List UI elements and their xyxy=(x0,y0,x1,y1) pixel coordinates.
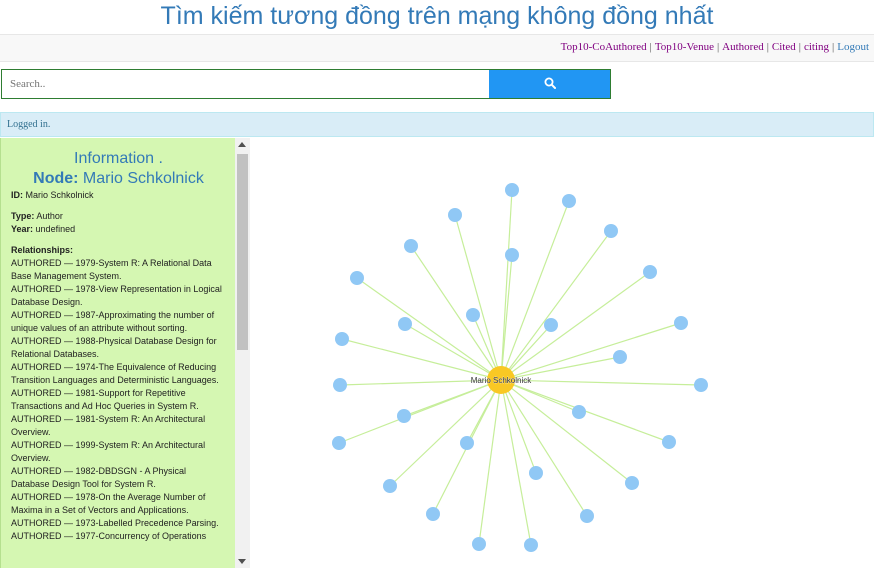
graph-node[interactable] xyxy=(350,271,364,285)
relationship-item: AUTHORED — 1981-System R: An Architectur… xyxy=(11,414,206,437)
graph-edge xyxy=(500,200,570,381)
graph-node[interactable] xyxy=(674,316,688,330)
relationships-heading: Relationships: xyxy=(11,244,236,257)
type-field: Type: Author xyxy=(11,210,236,223)
network-graph[interactable]: Mario Schkolnick xyxy=(252,138,872,568)
search-icon xyxy=(544,77,556,89)
nav-separator: | xyxy=(798,41,801,53)
graph-node[interactable] xyxy=(505,248,519,262)
graph-node[interactable] xyxy=(333,378,347,392)
scroll-down-arrow-icon[interactable] xyxy=(238,559,246,564)
relationships-list: AUTHORED — 1979-System R: A Relational D… xyxy=(11,257,226,543)
node-title: Node: Mario Schkolnick xyxy=(1,169,236,189)
graph-edge xyxy=(389,379,502,487)
year-field: Year: undefined xyxy=(11,223,236,236)
relationship-item: AUTHORED — 1981-Support for Repetitive T… xyxy=(11,388,199,411)
graph-node[interactable] xyxy=(524,538,538,552)
nav-link-top10-coauthored[interactable]: Top10-CoAuthored xyxy=(561,41,647,53)
node-name: Mario Schkolnick xyxy=(82,170,204,187)
graph-edge xyxy=(404,323,502,381)
top-navbar: Top10-CoAuthored | Top10-Venue | Authored | Ci… xyxy=(0,34,874,62)
graph-node[interactable] xyxy=(460,436,474,450)
relationship-item: AUTHORED — 1978-On the Average Number of… xyxy=(11,492,206,515)
search-bar xyxy=(1,69,611,99)
node-label: Node: xyxy=(33,170,79,187)
scroll-thumb[interactable] xyxy=(237,154,248,350)
info-panel-scrollbar[interactable] xyxy=(235,138,250,568)
year-value: undefined xyxy=(35,224,76,234)
graph-node[interactable] xyxy=(332,436,346,450)
relationship-item: AUTHORED — 1978-View Representation in L… xyxy=(11,284,222,307)
info-header: Information . xyxy=(74,150,163,167)
scroll-up-arrow-icon[interactable] xyxy=(238,142,246,147)
graph-node[interactable] xyxy=(472,537,486,551)
id-value: Mario Schkolnick xyxy=(25,190,94,200)
page-title: Tìm kiếm tương đồng trên mạng không đồng… xyxy=(160,2,714,30)
graph-node[interactable] xyxy=(544,318,558,332)
type-label: Type: xyxy=(11,211,35,221)
graph-node[interactable] xyxy=(426,507,440,521)
relationship-item: AUTHORED — 1987-Approximating the number… xyxy=(11,310,215,333)
graph-node[interactable] xyxy=(448,208,462,222)
graph-node[interactable] xyxy=(404,239,418,253)
nav-separator: | xyxy=(649,41,652,53)
nav-link-authored[interactable]: Authored xyxy=(722,41,764,53)
graph-node[interactable] xyxy=(529,466,543,480)
graph-node[interactable] xyxy=(397,409,411,423)
graph-node[interactable] xyxy=(383,479,397,493)
info-panel: Information . Node: Mario Schkolnick ID:… xyxy=(0,138,236,568)
graph-edge xyxy=(500,254,513,381)
relationship-item: AUTHORED — 1982-DBDSGN - A Physical Data… xyxy=(11,466,187,489)
nav-link-cited[interactable]: Cited xyxy=(772,41,796,53)
type-value: Author xyxy=(36,211,63,221)
nav-separator: | xyxy=(832,41,835,53)
graph-node[interactable] xyxy=(643,265,657,279)
nav-link-top10-venue[interactable]: Top10-Venue xyxy=(655,41,714,53)
graph-edge xyxy=(500,322,682,381)
nav-link-logout[interactable]: Logout xyxy=(837,41,869,53)
graph-edge xyxy=(500,189,513,381)
relationship-item: AUTHORED — 1979-System R: A Relational D… xyxy=(11,258,212,281)
graph-node[interactable] xyxy=(604,224,618,238)
graph-node[interactable] xyxy=(613,350,627,364)
graph-node[interactable] xyxy=(335,332,349,346)
year-label: Year: xyxy=(11,224,34,234)
nav-separator: | xyxy=(716,41,720,53)
graph-edge xyxy=(454,214,502,381)
relationship-item: AUTHORED — 1999-System R: An Architectur… xyxy=(11,440,206,463)
search-button[interactable] xyxy=(489,70,610,98)
graph-edge xyxy=(403,379,502,417)
graph-node[interactable] xyxy=(694,378,708,392)
graph-node[interactable] xyxy=(572,405,586,419)
graph-node[interactable] xyxy=(466,308,480,322)
graph-edge xyxy=(500,271,651,381)
graph-node[interactable] xyxy=(580,509,594,523)
graph-node[interactable] xyxy=(562,194,576,208)
relationships-label: Relationships: xyxy=(11,245,74,255)
nav-separator: | xyxy=(766,41,769,53)
search-input[interactable] xyxy=(2,70,488,98)
id-label: ID: xyxy=(11,190,23,200)
graph-node[interactable] xyxy=(398,317,412,331)
graph-node[interactable] xyxy=(505,183,519,197)
relationship-item: AUTHORED — 1974-The Equivalence of Reduc… xyxy=(11,362,219,385)
relationship-item: AUTHORED — 1977-Concurrency of Operation… xyxy=(11,531,207,541)
nav-link-citing[interactable]: citing xyxy=(804,41,829,53)
graph-node[interactable] xyxy=(662,435,676,449)
alert-text: Logged in. xyxy=(7,119,51,130)
graph-node[interactable] xyxy=(625,476,639,490)
id-field: ID: Mario Schkolnick xyxy=(11,189,236,202)
graph-edge xyxy=(478,379,502,545)
center-node-label: Mario Schkolnick xyxy=(471,376,532,385)
status-alert: Logged in. xyxy=(0,112,874,137)
relationship-item: AUTHORED — 1973-Labelled Precedence Pars… xyxy=(11,518,219,528)
nav-links: Top10-CoAuthored | Top10-Venue | Authored | Ci… xyxy=(561,41,869,53)
relationship-item: AUTHORED — 1988-Physical Database Design… xyxy=(11,336,217,359)
